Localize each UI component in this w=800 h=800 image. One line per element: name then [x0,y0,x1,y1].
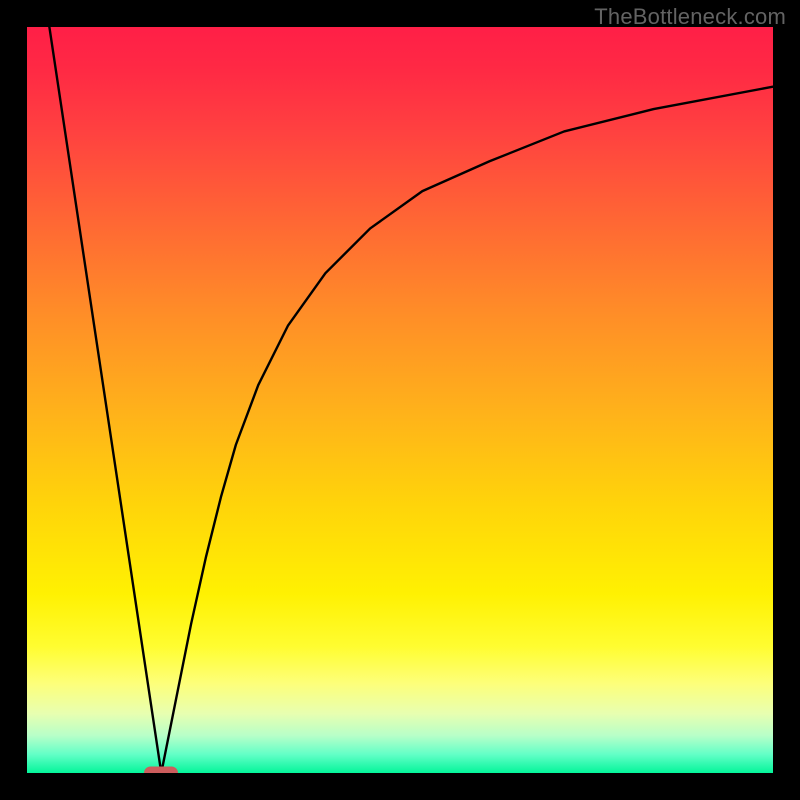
chart-frame: TheBottleneck.com [0,0,800,800]
curve-path [49,27,773,773]
watermark-label: TheBottleneck.com [594,4,786,30]
optimum-marker [144,767,178,774]
plot-area [27,27,773,773]
bottleneck-curve [27,27,773,773]
